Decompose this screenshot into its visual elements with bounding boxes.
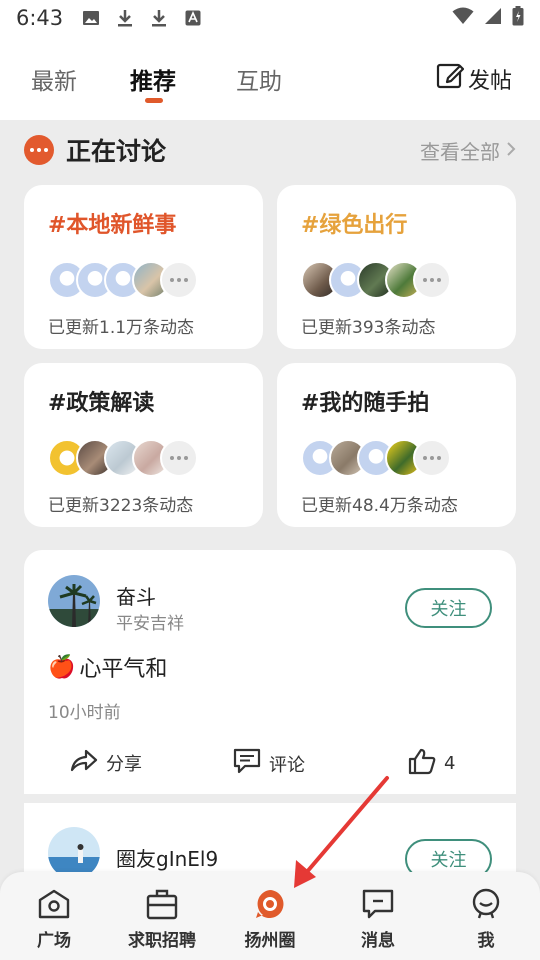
download-icon xyxy=(115,8,135,28)
signal-icon xyxy=(484,7,502,29)
nav-item-jobs[interactable]: 求职招聘 xyxy=(108,888,216,951)
view-all-link[interactable]: 查看全部 xyxy=(420,136,516,165)
comment-icon xyxy=(233,748,261,779)
edit-icon xyxy=(436,62,465,96)
font-app-icon xyxy=(183,8,203,28)
topic-name: #本地新鲜事 xyxy=(48,213,177,238)
active-tab-indicator xyxy=(145,98,163,103)
more-avatars-icon xyxy=(160,439,198,477)
post-time: 10小时前 xyxy=(48,703,121,723)
topic-count: 已更新1.1万条动态 xyxy=(48,318,195,338)
view-all-label: 查看全部 xyxy=(420,139,500,164)
gallery-icon xyxy=(81,8,101,28)
topic-avatars xyxy=(301,439,501,477)
chevron-right-icon xyxy=(506,138,516,162)
post-content: 🍎 心平气和 xyxy=(48,651,167,683)
download-icon-2 xyxy=(149,8,169,28)
nav-label: 我 xyxy=(477,931,495,951)
status-bar: 6:43 xyxy=(0,0,540,36)
post-button[interactable]: 发帖 xyxy=(436,62,512,96)
top-nav: 最新 推荐 互助 发帖 xyxy=(0,36,540,120)
topic-avatars xyxy=(48,439,248,477)
tab-latest[interactable]: 最新 xyxy=(31,62,77,96)
topic-card-policy[interactable]: #政策解读 已更新3223条动态 xyxy=(24,363,263,527)
message-icon xyxy=(361,888,395,920)
thumbs-up-icon xyxy=(408,747,436,780)
comment-button[interactable]: 评论 xyxy=(233,748,305,779)
like-count: 4 xyxy=(444,753,456,774)
share-icon xyxy=(70,748,98,777)
circle-icon xyxy=(253,888,287,920)
topic-name: #政策解读 xyxy=(48,391,155,416)
wifi-icon xyxy=(452,7,474,29)
topic-avatars xyxy=(301,261,501,299)
bottom-nav: 广场 求职招聘 扬州圈 消息 我 xyxy=(0,872,540,960)
more-avatars-icon xyxy=(160,261,198,299)
status-time: 6:43 xyxy=(16,6,64,30)
share-button[interactable]: 分享 xyxy=(70,748,142,777)
topic-card-local-news[interactable]: #本地新鲜事 已更新1.1万条动态 xyxy=(24,185,263,349)
briefcase-icon xyxy=(145,888,179,920)
avatar[interactable] xyxy=(48,575,100,627)
post-card[interactable]: 圈友gInEl9 关注 xyxy=(24,803,516,883)
post-button-label: 发帖 xyxy=(468,69,513,94)
battery-icon xyxy=(512,6,524,30)
topic-name: #绿色出行 xyxy=(301,213,408,238)
topic-card-snapshots[interactable]: #我的随手拍 已更新48.4万条动态 xyxy=(277,363,516,527)
post-content-text: 心平气和 xyxy=(79,657,168,682)
post-author-subtitle: 平安吉祥 xyxy=(116,614,184,634)
topic-count: 已更新48.4万条动态 xyxy=(301,496,458,516)
topic-name: #我的随手拍 xyxy=(301,391,430,416)
post-card[interactable]: 奋斗 平安吉祥 关注 🍎 心平气和 10小时前 分享 评论 4 xyxy=(24,550,516,794)
post-author[interactable]: 圈友gInEl9 xyxy=(116,843,218,872)
square-icon xyxy=(37,888,71,920)
more-avatars-icon xyxy=(413,439,451,477)
share-label: 分享 xyxy=(106,753,142,775)
tab-recommended[interactable]: 推荐 xyxy=(130,62,176,96)
topic-count: 已更新393条动态 xyxy=(301,318,436,338)
nav-item-yangzhou-circle[interactable]: 扬州圈 xyxy=(216,888,324,951)
follow-button[interactable]: 关注 xyxy=(405,588,492,628)
topic-card-green-travel[interactable]: #绿色出行 已更新393条动态 xyxy=(277,185,516,349)
nav-label: 消息 xyxy=(361,931,395,951)
tab-mutual-help[interactable]: 互助 xyxy=(236,62,282,96)
nav-item-messages[interactable]: 消息 xyxy=(324,888,432,951)
discussion-title: 正在讨论 xyxy=(66,137,167,166)
chat-bubble-icon xyxy=(24,135,54,165)
discussion-header: 正在讨论 查看全部 xyxy=(24,132,516,168)
nav-item-me[interactable]: 我 xyxy=(432,888,540,951)
like-button[interactable]: 4 xyxy=(408,747,455,780)
apple-emoji-icon: 🍎 xyxy=(48,654,76,680)
nav-label: 广场 xyxy=(37,931,71,951)
nav-label: 求职招聘 xyxy=(128,931,196,951)
profile-icon xyxy=(469,888,503,920)
nav-label: 扬州圈 xyxy=(244,931,296,951)
topic-avatars xyxy=(48,261,248,299)
post-author[interactable]: 奋斗 xyxy=(116,581,156,610)
comment-label: 评论 xyxy=(269,754,305,776)
more-avatars-icon xyxy=(413,261,451,299)
topic-count: 已更新3223条动态 xyxy=(48,496,194,516)
nav-item-square[interactable]: 广场 xyxy=(0,888,108,951)
